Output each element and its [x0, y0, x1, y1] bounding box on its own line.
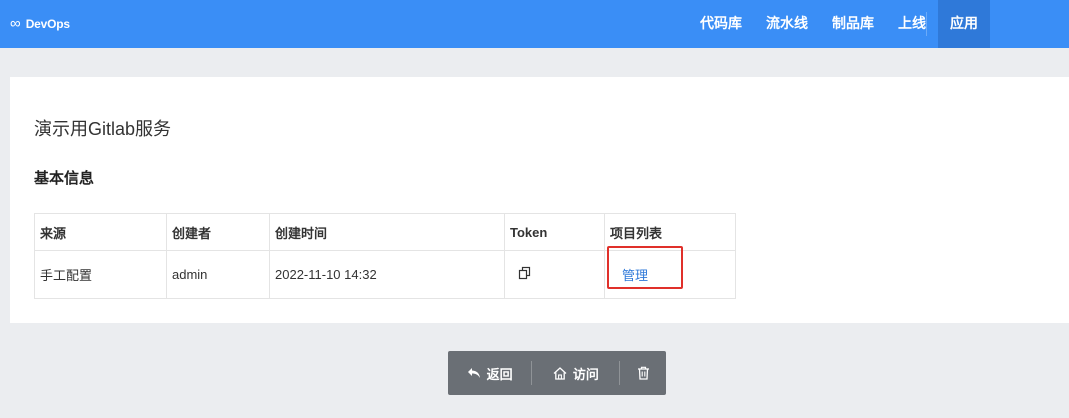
cell-creator: admin: [166, 250, 270, 299]
top-navbar: ∞ DevOps 代码库 流水线 制品库 上线 应用: [0, 0, 1069, 48]
detail-card: 演示用Gitlab服务 基本信息 来源 创建者 创建时间 Token 项目列表 …: [10, 77, 1069, 323]
home-icon: [553, 366, 567, 380]
page-title: 演示用Gitlab服务: [34, 119, 172, 139]
main-nav: 代码库 流水线 制品库 上线: [688, 0, 938, 48]
cell-projects: 管理: [604, 246, 736, 299]
brand[interactable]: ∞ DevOps: [10, 14, 70, 34]
cell-source: 手工配置: [34, 250, 167, 299]
action-button-group: 返回 访问: [448, 351, 666, 395]
col-header-created-at: 创建时间: [269, 213, 505, 251]
visit-label: 访问: [572, 366, 599, 382]
trash-icon: [637, 366, 649, 380]
nav-divider: [926, 12, 927, 36]
back-label: 返回: [486, 366, 513, 382]
col-header-projects: 项目列表: [604, 213, 736, 251]
nav-item-pipeline[interactable]: 流水线: [754, 0, 820, 48]
brand-name: DevOps: [25, 17, 70, 31]
visit-button[interactable]: 访问: [532, 351, 619, 395]
table-header-row: 来源 创建者 创建时间 Token 项目列表: [34, 213, 736, 251]
table-row: 手工配置 admin 2022-11-10 14:32 管理: [34, 246, 736, 299]
copy-icon[interactable]: [518, 266, 532, 283]
cell-created-at: 2022-11-10 14:32: [269, 250, 505, 299]
col-header-creator: 创建者: [166, 213, 270, 251]
reply-arrow-icon: [467, 368, 480, 378]
highlight-box: [607, 246, 683, 289]
section-title: 基本信息: [34, 170, 95, 187]
nav-item-release[interactable]: 上线: [886, 0, 938, 48]
col-header-token: Token: [504, 213, 605, 251]
cell-token: [504, 250, 605, 299]
delete-button[interactable]: [620, 351, 666, 395]
col-header-source: 来源: [34, 213, 167, 251]
manage-wrap: 管理: [607, 246, 683, 289]
nav-item-artifact[interactable]: 制品库: [820, 0, 886, 48]
info-table: 来源 创建者 创建时间 Token 项目列表 手工配置 admin 2022-1…: [34, 213, 736, 299]
infinity-logo-icon: ∞: [10, 15, 21, 32]
nav-item-app-active[interactable]: 应用: [938, 0, 990, 48]
back-button[interactable]: 返回: [448, 351, 531, 395]
nav-item-repo[interactable]: 代码库: [688, 0, 754, 48]
